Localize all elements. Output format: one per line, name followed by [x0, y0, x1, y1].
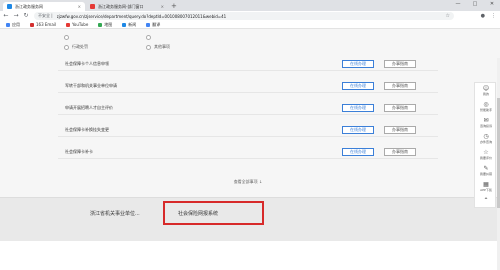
translate-icon [146, 22, 151, 27]
online-handle-button[interactable]: 在线办理 [342, 126, 374, 134]
red-highlight-box [163, 201, 264, 225]
menu-icon[interactable]: ⋮ [491, 12, 496, 20]
bookmark-apps[interactable]: 应用 [6, 22, 20, 28]
apps-icon [6, 22, 10, 27]
new-tab-button[interactable]: + [171, 2, 177, 10]
youtube-icon [66, 22, 71, 27]
security-indicator[interactable]: 不安全 | [38, 13, 53, 19]
online-handle-button[interactable]: 在线办理 [342, 82, 374, 90]
tab-inactive[interactable]: 浙江政务服务网-部门窗口 × [86, 2, 168, 11]
toolbar-actions: ● ⋮ [481, 12, 496, 20]
filter-option[interactable] [64, 35, 72, 40]
close-window-icon[interactable]: ✕ [484, 0, 500, 9]
filter-other-matters[interactable]: 其他事项 [146, 44, 170, 50]
radio-icon [64, 35, 69, 40]
tab-active[interactable]: 浙江政务服务网 × [3, 2, 85, 11]
side-item-assistant[interactable]: ◎ 智能助手 [475, 101, 497, 112]
service-name[interactable]: 社会保障卡个人信息申领 [65, 61, 109, 67]
online-handle-button[interactable]: 在线办理 [342, 148, 374, 156]
side-item-mine[interactable]: ☺ 我的 [475, 85, 497, 96]
side-item-app[interactable]: ▦ APP下载 [475, 181, 497, 192]
service-name[interactable]: 军转干部和机关事业单位申请 [65, 83, 117, 89]
assistant-icon: ◎ [483, 101, 489, 108]
service-guide-button[interactable]: 办事指南 [384, 82, 416, 90]
person-icon: ☺ [482, 85, 490, 92]
radio-icon [64, 44, 69, 50]
bookmark-star-icon[interactable]: ☆ [446, 13, 450, 19]
news-icon [122, 22, 127, 27]
bookmark-translate[interactable]: 翻译 [146, 22, 160, 28]
close-tab-icon[interactable]: × [161, 4, 164, 9]
site-favicon-icon [90, 4, 95, 9]
chat-icon: ✉ [483, 117, 489, 124]
bookmark-email[interactable]: 163 Email [30, 22, 56, 27]
maps-icon [98, 22, 103, 27]
radio-icon [146, 44, 151, 50]
service-row: 社会保障卡补卡 在线办理 办事指南 [58, 146, 438, 159]
top-icon: ⌃ [483, 197, 489, 204]
service-guide-button[interactable]: 办事指南 [384, 104, 416, 112]
side-item-feedback[interactable]: ✎ 我要纠错 [475, 165, 497, 176]
bookmark-youtube[interactable]: YouTube [66, 22, 88, 27]
service-guide-button[interactable]: 办事指南 [384, 126, 416, 134]
service-row: 社会保障卡补换挂失变更 在线办理 办事指南 [58, 124, 438, 137]
side-item-evaluate[interactable]: ☆ 我要评价 [475, 149, 497, 160]
side-item-progress[interactable]: ◷ 办件查询 [475, 133, 497, 144]
filter-option[interactable] [146, 35, 154, 40]
online-handle-button[interactable]: 在线办理 [342, 104, 374, 112]
minimize-icon[interactable]: — [450, 0, 466, 9]
bookmark-news[interactable]: 新闻 [122, 22, 136, 28]
service-type-filters: 行政处罚 其他事项 [58, 35, 438, 53]
feedback-icon: ✎ [483, 165, 489, 172]
service-row: 军转干部和机关事业单位申请 在线办理 办事指南 [58, 80, 438, 93]
bookmarks-bar: 应用 163 Email YouTube 地图 新闻 翻译 [0, 21, 500, 29]
service-row: 申请开展招聘人才自主评价 在线办理 办事指南 [58, 102, 438, 115]
maximize-icon[interactable]: □ [467, 0, 483, 9]
evaluate-icon: ☆ [483, 149, 489, 156]
service-name[interactable]: 社会保障卡补换挂失变更 [65, 127, 109, 133]
page-content: 行政处罚 其他事项 社会保障卡个人信息申领 在线办理 办事指南 军转干部和机关事… [0, 29, 500, 270]
side-tool-panel: ☺ 我的 ◎ 智能助手 ✉ 咨询投诉 ◷ 办件查询 ☆ 我要评价 ✎ 我要纠错 … [474, 82, 496, 208]
account-icon[interactable]: ● [481, 12, 485, 20]
service-name[interactable]: 申请开展招聘人才自主评价 [65, 105, 113, 111]
back-to-top-button[interactable]: ⌃ [475, 197, 497, 204]
clock-icon: ◷ [483, 133, 489, 140]
service-row: 社会保障卡个人信息申领 在线办理 办事指南 [58, 58, 438, 71]
back-arrow-icon[interactable]: ← [3, 11, 9, 21]
address-bar[interactable]: 不安全 | zjzwfw.gov.cn/zjservice/department… [34, 12, 454, 20]
service-guide-button[interactable]: 办事指南 [384, 60, 416, 68]
email-icon [30, 22, 34, 27]
tab-strip: 浙江政务服务网 × 浙江政务服务网-部门窗口 × + — □ ✕ [0, 0, 500, 11]
close-tab-icon[interactable]: × [78, 4, 81, 9]
footer-link-institution-system[interactable]: 浙江省机关事业单位... [90, 210, 140, 217]
filter-administrative-penalty[interactable]: 行政处罚 [64, 44, 88, 50]
view-all-services-link[interactable]: 查看全部事项 ↓ [58, 179, 438, 185]
forward-arrow-icon[interactable]: → [13, 11, 19, 21]
bookmark-maps[interactable]: 地图 [98, 22, 112, 28]
address-url[interactable]: zjzwfw.gov.cn/zjservice/department/query… [57, 14, 227, 19]
site-favicon-icon [7, 4, 12, 9]
radio-icon [146, 35, 151, 40]
tab-title: 浙江政务服务网-部门窗口 [98, 3, 144, 9]
online-handle-button[interactable]: 在线办理 [342, 60, 374, 68]
service-name[interactable]: 社会保障卡补卡 [65, 149, 93, 155]
side-item-consult[interactable]: ✉ 咨询投诉 [475, 117, 497, 128]
tab-title: 浙江政务服务网 [15, 3, 43, 9]
reload-icon[interactable]: ↻ [23, 11, 29, 21]
service-guide-button[interactable]: 办事指南 [384, 148, 416, 156]
app-icon: ▦ [483, 181, 489, 188]
footer-links: 浙江省机关事业单位... 社会保险网报系统 [0, 197, 500, 241]
